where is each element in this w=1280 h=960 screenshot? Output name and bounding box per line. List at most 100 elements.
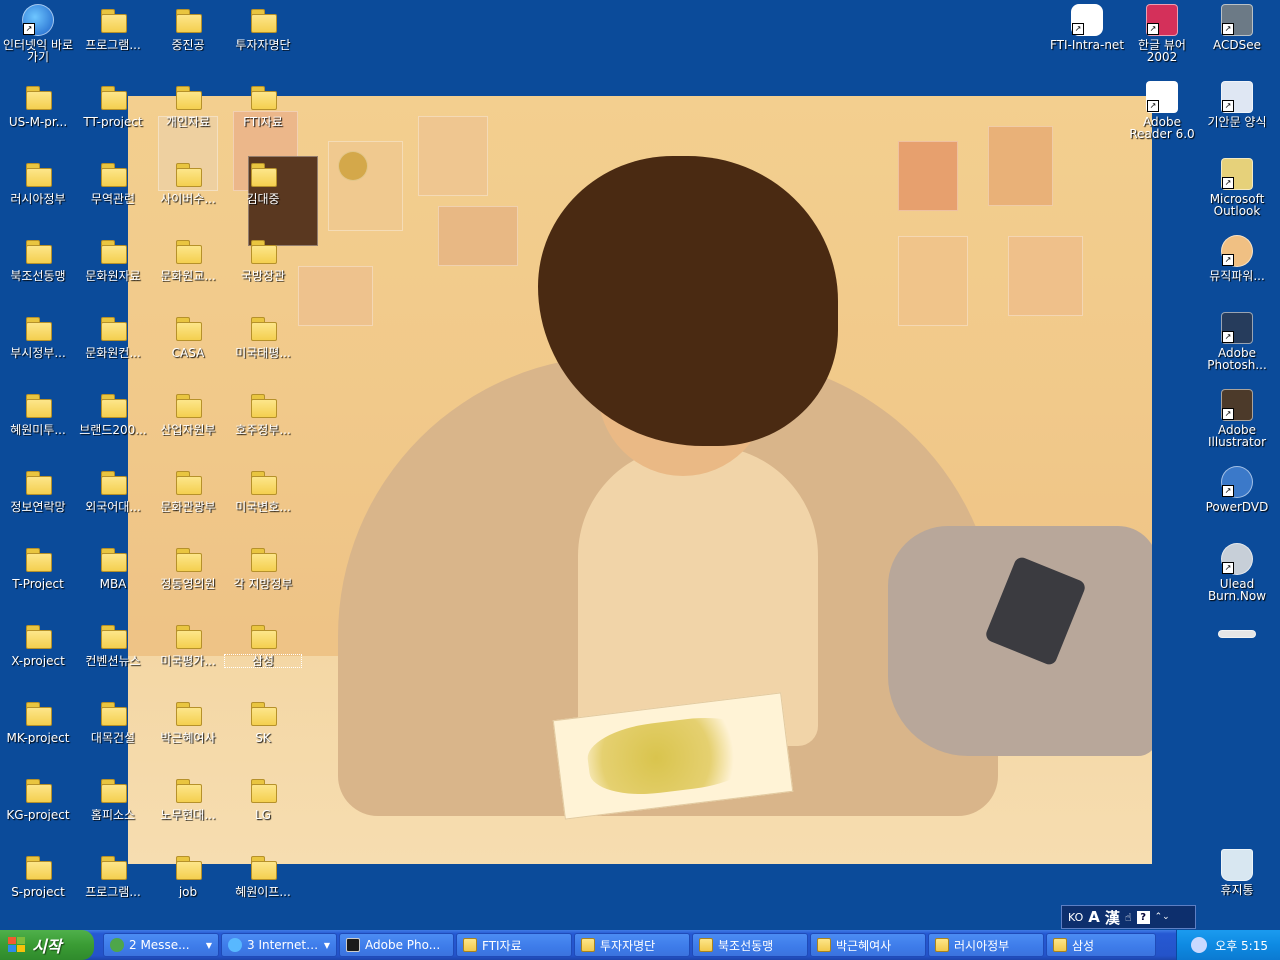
recycle-bin[interactable]: 휴지통 [1199, 845, 1275, 921]
desktop-folder[interactable]: 혜원미투... [0, 385, 76, 461]
desktop-folder[interactable]: 문화원자료 [75, 231, 151, 307]
desktop-shortcut[interactable] [1199, 616, 1275, 692]
desktop-folder[interactable]: S-project [0, 847, 76, 923]
language-bar[interactable]: KO A 漢 ☝ ? ⌃⌄ [1061, 905, 1196, 929]
taskbar-button[interactable]: FTI자료 [456, 933, 572, 957]
desktop-folder[interactable]: 노무현대... [150, 770, 226, 846]
desktop-folder[interactable]: 미국태평... [225, 308, 301, 384]
desktop-folder[interactable]: 홈피소스 [75, 770, 151, 846]
taskbar-task-list: 2 Messe... ▼ 3 Internet ... ▼ Adobe Pho... FT… [103, 933, 1156, 957]
taskbar-button[interactable]: Adobe Pho... [339, 933, 454, 957]
desktop-folder[interactable]: 문화관광부 [150, 462, 226, 538]
desktop-shortcut[interactable]: PowerDVD [1199, 462, 1275, 538]
icon-label: S-project [11, 886, 65, 898]
desktop-shortcut[interactable]: 뮤직파워... [1199, 231, 1275, 307]
folder-icon [247, 543, 279, 575]
desktop-folder[interactable]: US-M-pr... [0, 77, 76, 153]
desktop-folder[interactable]: 김대중 [225, 154, 301, 230]
taskbar-button[interactable]: 2 Messe... ▼ [103, 933, 219, 957]
desktop-folder[interactable]: 문화원교... [150, 231, 226, 307]
desktop-folder[interactable]: LG [225, 770, 301, 846]
desktop-folder[interactable]: MBA [75, 539, 151, 615]
icon-label: Microsoft Outlook [1209, 193, 1265, 217]
desktop-shortcut[interactable]: Microsoft Outlook [1199, 154, 1275, 230]
desktop-shortcut[interactable]: 기안문 양식 [1199, 77, 1275, 153]
taskbar-button-label: Adobe Pho... [365, 938, 441, 952]
icon-label: 투자자명단 [235, 39, 291, 51]
desktop[interactable]: 인터넷익 바로 가기프로그램...중진공투자자명단US-M-pr...TT-pr… [0, 0, 1280, 957]
icon-label: TT-project [83, 116, 143, 128]
desktop-folder[interactable]: 컨벤션뉴스 [75, 616, 151, 692]
desktop-folder[interactable]: 혜원이프... [225, 847, 301, 923]
acdsee-icon [1221, 4, 1253, 36]
desktop-folder[interactable]: 호주정부... [225, 385, 301, 461]
desktop-shortcut[interactable]: Ulead Burn.Now [1199, 539, 1275, 615]
hanja-mode-button[interactable]: 漢 [1105, 907, 1120, 928]
desktop-folder[interactable]: 산업자원부 [150, 385, 226, 461]
desktop-folder[interactable]: X-project [0, 616, 76, 692]
taskbar: 시작 2 Messe... ▼ 3 Internet ... ▼ Adobe Pho..… [0, 930, 1280, 960]
desktop-folder[interactable]: 삼성 [224, 616, 302, 692]
desktop-folder[interactable]: 투자자명단 [225, 0, 301, 76]
desktop-folder[interactable]: 대목건설 [75, 693, 151, 769]
desktop-folder[interactable]: job [150, 847, 226, 923]
volume-icon[interactable] [1191, 937, 1208, 953]
desktop-folder[interactable]: 정동영의원 [150, 539, 226, 615]
icon-label: Ulead Burn.Now [1207, 578, 1267, 602]
desktop-folder[interactable]: 브랜드200... [75, 385, 151, 461]
desktop-folder[interactable]: 북조선동맹 [0, 231, 76, 307]
desktop-shortcut[interactable]: Adobe Reader 6.0 [1124, 77, 1200, 153]
desktop-folder[interactable]: 러시아정부 [0, 154, 76, 230]
desktop-folder[interactable]: 개인자료 [150, 77, 226, 153]
start-button[interactable]: 시작 [0, 930, 94, 960]
folder-icon [22, 81, 54, 113]
desktop-folder[interactable]: 사이버수... [150, 154, 226, 230]
desktop-folder[interactable]: 문화원컨... [75, 308, 151, 384]
desktop-folder[interactable]: 국방장관 [225, 231, 301, 307]
desktop-folder[interactable]: T-Project [0, 539, 76, 615]
desktop-shortcut[interactable]: Adobe Illustrator 9.0 [1199, 385, 1275, 461]
desktop-folder[interactable]: KG-project [0, 770, 76, 846]
taskbar-button-label: 3 Internet ... [247, 938, 319, 952]
icon-label: MBA [99, 578, 127, 590]
hand-icon[interactable]: ☝ [1125, 911, 1132, 924]
taskbar-button[interactable]: 삼성 [1046, 933, 1156, 957]
desktop-folder[interactable]: TT-project [75, 77, 151, 153]
taskbar-button[interactable]: 박근혜여사 [810, 933, 926, 957]
desktop-folder[interactable]: 정보연락망 [0, 462, 76, 538]
desktop-folder[interactable]: 박근혜여사 [150, 693, 226, 769]
desktop-folder[interactable]: 중진공 [150, 0, 226, 76]
desktop-folder[interactable]: 외국어대... [75, 462, 151, 538]
input-mode-button[interactable]: A [1088, 908, 1100, 926]
desktop-folder[interactable]: 무역관련 [75, 154, 151, 230]
desktop-folder[interactable]: MK-project [0, 693, 76, 769]
desktop-folder[interactable]: 각 지방정부 [225, 539, 301, 615]
desktop-shortcut[interactable]: Adobe Photosh... [1199, 308, 1275, 384]
icon-label: 호주정부... [235, 424, 291, 436]
desktop-folder[interactable]: 미국평가... [150, 616, 226, 692]
taskbar-button[interactable]: 북조선동맹 [692, 933, 808, 957]
desktop-folder[interactable]: FTI자료 [225, 77, 301, 153]
language-indicator[interactable]: KO [1068, 911, 1083, 924]
outlook-icon [1221, 158, 1253, 190]
icon-label: 박근혜여사 [160, 732, 216, 744]
desktop-shortcut[interactable]: 인터넷익 바로 가기 [0, 0, 76, 76]
desktop-folder[interactable]: 프로그램... [75, 0, 151, 76]
taskbar-button[interactable]: 3 Internet ... ▼ [221, 933, 337, 957]
langbar-options-icon[interactable]: ⌃⌄ [1155, 912, 1170, 922]
music-icon [1221, 235, 1253, 267]
desktop-folder[interactable]: 미국변호... [225, 462, 301, 538]
folder-icon [247, 81, 279, 113]
ps-icon [346, 938, 360, 952]
desktop-shortcut[interactable]: 한글 뷰어 2002 [1124, 0, 1200, 76]
taskbar-button[interactable]: 투자자명단 [574, 933, 690, 957]
desktop-shortcut[interactable]: FTI-Intra-net [1049, 0, 1125, 76]
help-icon[interactable]: ? [1136, 910, 1150, 924]
taskbar-button[interactable]: 러시아정부 [928, 933, 1044, 957]
desktop-folder[interactable]: SK [225, 693, 301, 769]
desktop-folder[interactable]: 부시정부... [0, 308, 76, 384]
desktop-shortcut[interactable]: ACDSee [1199, 0, 1275, 76]
desktop-folder[interactable]: 프로그램... [75, 847, 151, 923]
desktop-folder[interactable]: CASA [150, 308, 226, 384]
clock[interactable]: 오후 5:15 [1215, 937, 1268, 954]
